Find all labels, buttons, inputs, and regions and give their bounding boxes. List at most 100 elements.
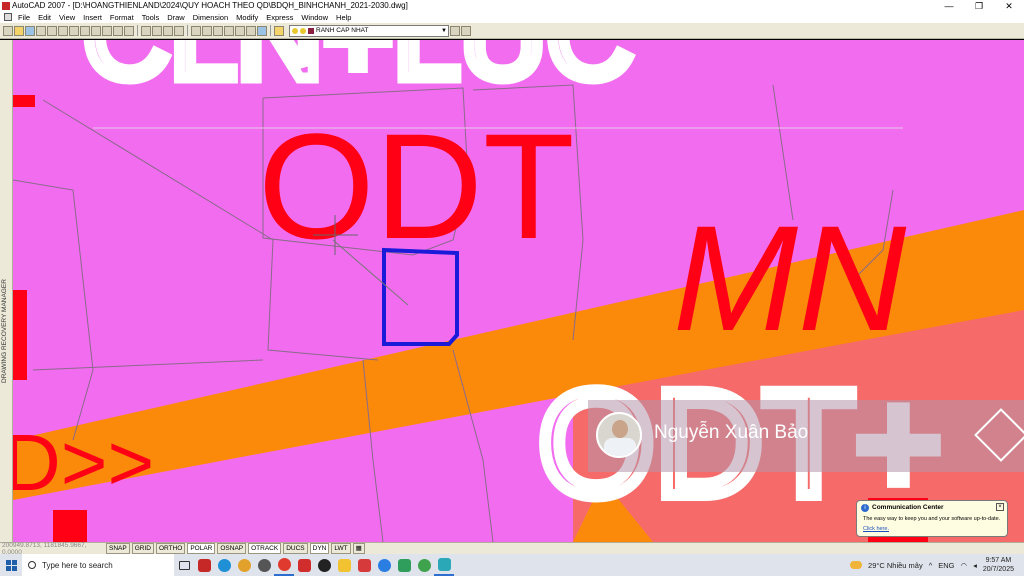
sheet-set-icon[interactable] [224,25,234,36]
label-mn: MN [673,194,907,362]
menu-dimension[interactable]: Dimension [189,12,232,23]
help-icon[interactable] [257,25,267,36]
publish-icon[interactable] [58,25,68,36]
standard-toolbar: RANH CAP NHAT ▼ [0,23,1024,39]
menu-edit[interactable]: Edit [34,12,55,23]
snap-toggle[interactable]: SNAP [106,543,130,554]
zalo-icon[interactable] [374,554,394,576]
match-properties-icon[interactable] [102,25,112,36]
search-icon [28,561,36,569]
left-red-mark-top [13,95,35,107]
clock-time: 9:57 AM [985,557,1012,564]
menu-help[interactable]: Help [332,12,355,23]
autocad-active-icon[interactable] [434,554,454,576]
menu-tools[interactable]: Tools [138,12,164,23]
dyn-toggle[interactable]: DYN [309,543,330,554]
osnap-toggle[interactable]: OSNAP [217,543,247,554]
ducs-toggle[interactable]: DUCS [283,543,308,554]
avatar-shirt [604,438,636,456]
chevron-down-icon: ▼ [441,27,447,34]
print-icon[interactable] [36,25,46,36]
volume-icon[interactable]: ◂ [973,561,977,570]
polar-toggle[interactable]: POLAR [187,543,216,554]
label-odt-top: ODT [258,102,575,270]
layer-manager-icon[interactable] [274,25,284,36]
ortho-toggle[interactable]: ORTHO [155,543,186,554]
windows-start-icon[interactable] [0,554,22,576]
autocad-taskbar-icon[interactable] [194,554,214,576]
menu-insert[interactable]: Insert [79,12,106,23]
tool-palettes-icon[interactable] [213,25,223,36]
chrome-secondary-icon[interactable] [414,554,434,576]
drawing-canvas[interactable]: CLN+LUC ODT MN ODT+ D>> Nguyễn Xuân Bảo [13,40,1024,542]
open-file-icon[interactable] [14,25,24,36]
pan-icon[interactable] [141,25,151,36]
task-view-icon[interactable] [174,554,194,576]
properties-icon[interactable] [191,25,201,36]
left-red-mark [13,290,27,380]
zoom-previous-icon[interactable] [174,25,184,36]
camera-app-icon[interactable] [254,554,274,576]
save-icon[interactable] [25,25,35,36]
minimize-button[interactable]: — [934,0,964,12]
document-icon[interactable] [4,13,12,21]
photos-icon[interactable] [394,554,414,576]
chrome-icon[interactable] [234,554,254,576]
wifi-icon[interactable]: ◠ [961,561,968,570]
record-icon[interactable] [314,554,334,576]
restore-button[interactable]: ❐ [964,0,994,12]
design-center-icon[interactable] [202,25,212,36]
zoom-realtime-icon[interactable] [152,25,162,36]
taskbar-search-box[interactable]: Type here to search [22,554,174,576]
menu-file[interactable]: File [14,12,34,23]
menu-draw[interactable]: Draw [163,12,189,23]
layer-previous-icon[interactable] [461,25,471,36]
notification-link[interactable]: Click here. [863,526,889,532]
cut-icon[interactable] [69,25,79,36]
wps-office-icon[interactable] [354,554,374,576]
drawing-recovery-manager-panel[interactable]: DRAWING RECOVERY MANAGER [0,40,13,542]
paste-icon[interactable] [91,25,101,36]
otrack-toggle[interactable]: OTRACK [248,543,282,554]
communication-center-balloon[interactable]: i Communication Center × The easy way to… [856,500,1008,537]
layer-dropdown[interactable]: RANH CAP NHAT ▼ [289,24,449,37]
weather-text[interactable]: 29°C Nhiều mây [868,561,923,570]
quickcalc-icon[interactable] [246,25,256,36]
menu-express[interactable]: Express [262,12,297,23]
make-object-layer-current-icon[interactable] [450,25,460,36]
app-red-icon[interactable] [274,554,294,576]
grid-toggle[interactable]: GRID [131,543,154,554]
redo-icon[interactable] [124,25,134,36]
menu-view[interactable]: View [55,12,79,23]
layer-on-icon [292,27,298,34]
toolbar-separator [187,25,188,36]
copy-icon[interactable] [80,25,90,36]
close-button[interactable]: ✕ [994,0,1024,12]
close-icon[interactable]: × [996,503,1004,511]
new-file-icon[interactable] [3,25,13,36]
window-controls: — ❐ ✕ [934,0,1024,12]
label-left-fragment: D>> [13,418,154,507]
language-indicator[interactable]: ENG [938,561,954,570]
layer-freeze-icon [300,27,306,34]
zoom-window-icon[interactable] [163,25,173,36]
menu-format[interactable]: Format [106,12,138,23]
edge-browser-icon[interactable] [214,554,234,576]
status-bar: 200949.8713, 1181845.9667, 0.0000 SNAP G… [0,542,1024,556]
undo-icon[interactable] [113,25,123,36]
markup-icon[interactable] [235,25,245,36]
print-preview-icon[interactable] [47,25,57,36]
menu-modify[interactable]: Modify [232,12,262,23]
author-watermark: Nguyễn Xuân Bảo [588,400,1024,472]
diamond-logo-icon [974,408,1024,462]
menu-window[interactable]: Window [297,12,332,23]
lwt-toggle[interactable]: LWT [331,543,351,554]
notification-body: The easy way to keep you and your softwa… [863,516,1001,522]
taskbar-clock[interactable]: 9:57 AM 20/7/2025 [983,556,1014,574]
chevron-up-icon[interactable]: ^ [929,561,933,570]
clock-date: 20/7/2025 [982,566,1014,573]
model-icon[interactable]: ▦ [352,543,365,554]
app-pdf-icon[interactable] [294,554,314,576]
menu-bar: File Edit View Insert Format Tools Draw … [0,12,1024,23]
file-explorer-icon[interactable] [334,554,354,576]
